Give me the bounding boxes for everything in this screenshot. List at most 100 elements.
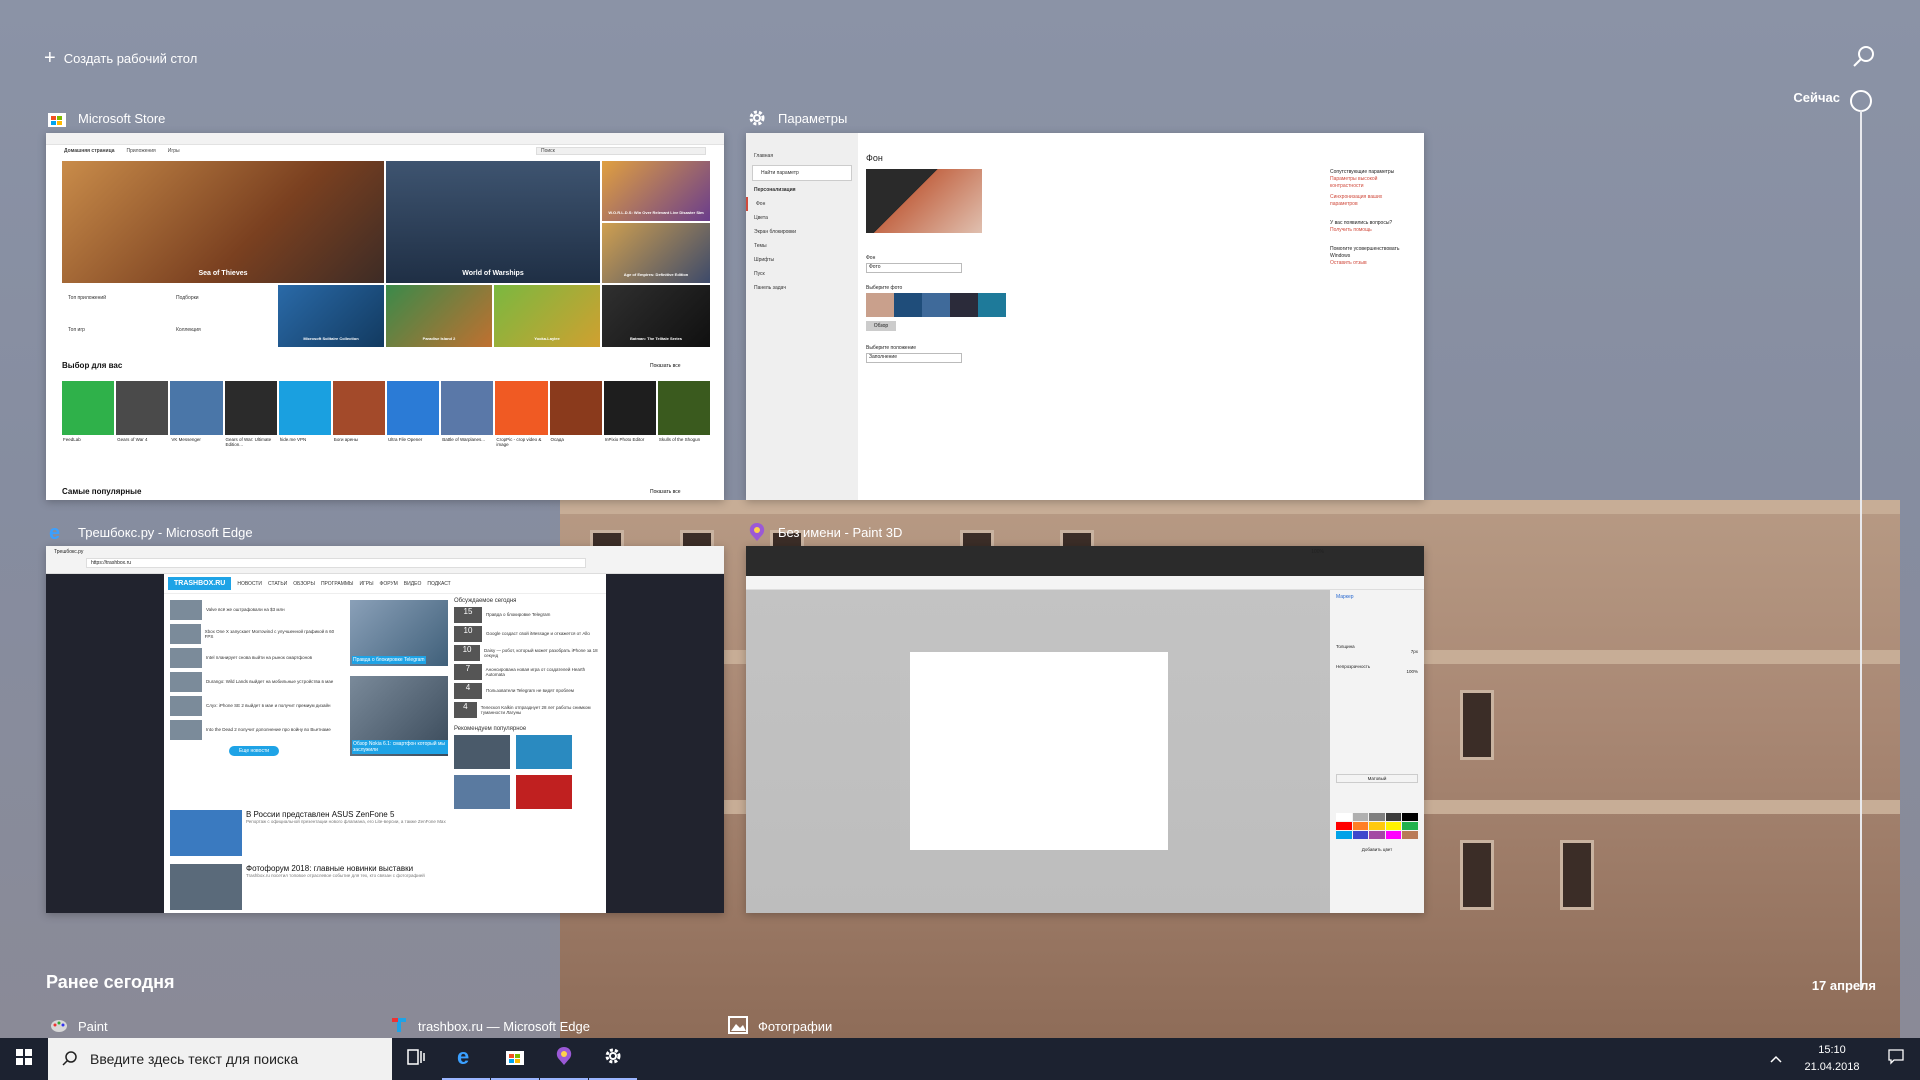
brush-panel-title: Маркер (1336, 594, 1354, 600)
color-swatch (1369, 831, 1385, 839)
settings-bg-label: Фон (866, 255, 876, 261)
store-app-tile: CropPic - crop video & image (495, 381, 548, 471)
window-title-text: Трешбокс.ру - Microsoft Edge (78, 524, 253, 540)
color-swatch (1385, 813, 1402, 821)
svg-text:e: e (49, 522, 60, 542)
history-item-title: trashbox.ru — Microsoft Edge (418, 1019, 590, 1034)
taskbar-settings-button[interactable] (589, 1038, 637, 1080)
settings-related-link: Параметры высокой контрастности (1330, 176, 1378, 189)
plus-icon: + (44, 47, 56, 69)
paint3d-icon (746, 521, 768, 543)
history-item-photos[interactable]: Фотографии (728, 1016, 832, 1037)
settings-related: Сопутствующие параметры Параметры высоко… (1330, 169, 1410, 267)
store-nav-home: Домашняя страница (64, 148, 115, 154)
article-item: Фотофорум 2018: главные новинки выставки… (170, 864, 450, 910)
gear-icon (746, 107, 768, 129)
history-item-trashbox[interactable]: trashbox.ru — Microsoft Edge (390, 1016, 590, 1037)
taskbar-edge-button[interactable]: e (442, 1038, 490, 1080)
news-item: Слух: iPhone SE 2 выйдет в мае и получит… (170, 696, 338, 716)
history-item-paint[interactable]: Paint (50, 1016, 108, 1037)
show-hidden-icons-button[interactable] (1764, 1038, 1788, 1080)
paint-icon (50, 1016, 68, 1037)
discussed-item: 10 Daisy — робот, который может разобрать… (454, 645, 604, 661)
taskbar-clock[interactable]: 15:10 21.04.2018 (1792, 1042, 1872, 1076)
taskbar-search-box[interactable]: Введите здесь текст для поиска (48, 1038, 392, 1080)
settings-main: Фон Фон Фото Выберите фото Обзор Выберит… (866, 133, 1424, 500)
notification-icon (1888, 1048, 1904, 1070)
trashbox-news-list: Valve всё же оштрафовали на $3 млн Xbox … (164, 596, 344, 762)
discussed-item: 4 Телескоп Kalkin отпразднует 28 лет рабо… (454, 702, 604, 718)
edge-address-bar: https://trashbox.ru (86, 558, 586, 568)
store-search-input: Поиск (536, 147, 706, 155)
building-window (1560, 840, 1594, 910)
more-news-button: Еще новости (229, 746, 279, 756)
hero-tile-sea-of-thieves: Sea of Thieves (62, 161, 384, 283)
paint3d-canvas (910, 652, 1168, 850)
timeline-scrollbar[interactable] (1860, 110, 1862, 990)
discussed-item: 15 Правда о блокировке Telegram (454, 607, 604, 623)
new-desktop-button[interactable]: + Создать рабочий стол (44, 48, 197, 68)
color-swatch (1369, 822, 1385, 830)
hero-tile-batman: Batman: The Telltale Series (602, 285, 710, 347)
store-show-all-link: Показать все (650, 489, 681, 495)
hero-tile-solitaire: Microsoft Solitaire Collection (278, 285, 384, 347)
trashbox-menu-item: ОБЗОРЫ (293, 580, 315, 587)
store-nav-games: Игры (167, 148, 180, 154)
window-title-paint3d[interactable]: Без имени - Paint 3D (746, 521, 902, 543)
window-title-settings[interactable]: Параметры (746, 107, 847, 129)
discussed-title: Обсуждаемое сегодня (454, 598, 517, 604)
search-icon[interactable] (1851, 44, 1877, 70)
trashbox-menu-item: ФОРУМ (379, 580, 398, 587)
store-app-tile: Gears of War 4 (116, 381, 169, 471)
hero-tile-age-of-empires: Age of Empires: Definitive Edition (602, 223, 710, 283)
timeline-now-marker[interactable] (1850, 90, 1872, 112)
paint3d-window-thumbnail[interactable]: 100% Маркер Толщина 7px Непрозрачность 1… (746, 546, 1424, 913)
trashbox-articles: В России представлен ASUS ZenFone 5 Репор… (170, 810, 450, 910)
trashbox-menu-item: НОВОСТИ (237, 580, 262, 587)
color-swatch (1402, 822, 1418, 830)
news-item: Into the Dead 2 получит дополнение про в… (170, 720, 338, 740)
discussed-item: 7 Анонсирована новая игра от создателей H… (454, 664, 604, 680)
settings-browse-button: Обзор (866, 321, 896, 331)
edge-chrome: Трешбокс.ру https://trashbox.ru (46, 546, 724, 574)
window-title-edge[interactable]: e Трешбокс.ру - Microsoft Edge (46, 521, 253, 543)
history-item-title: Paint (78, 1019, 108, 1034)
store-icon (505, 1046, 525, 1071)
paint3d-zoom: 100% (1311, 549, 1324, 555)
taskbar-paint3d-button[interactable] (540, 1038, 588, 1080)
settings-window-thumbnail[interactable]: Главная Найти параметр Персонализация Фо… (746, 133, 1424, 500)
settings-feedback-title: Помогите усовершенствовать Windows (1330, 246, 1400, 259)
window-title-text: Без имени - Paint 3D (778, 524, 903, 540)
window-title-text: Параметры (778, 110, 848, 126)
store-section-for-you: Выбор для вас (62, 361, 123, 370)
store-show-all-link: Показать все (650, 363, 681, 369)
news-item: Valve всё же оштрафовали на $3 млн (170, 600, 338, 620)
task-view-button[interactable] (392, 1038, 440, 1080)
discussed-item: 4 Пользователи Telegram не видят проблем (454, 683, 604, 699)
article-item: В России представлен ASUS ZenFone 5 Репор… (170, 810, 450, 856)
settings-related-link: Синхронизация ваших параметров (1330, 194, 1383, 207)
edge-page: TRASHBOX.RU НОВОСТИ СТАТЬИ ОБЗОРЫ ПРОГРА… (164, 574, 606, 913)
store-app-tile: InPixio Photo Editor (603, 381, 656, 471)
color-swatch (1385, 822, 1402, 830)
edge-window-thumbnail[interactable]: Трешбокс.ру https://trashbox.ru TRASHBOX… (46, 546, 724, 913)
settings-preview (866, 169, 982, 233)
store-app-tile: Боги арены (332, 381, 386, 471)
settings-fit-label: Выберите положение (866, 345, 917, 351)
hero-tile-worlds: W.O.R.L.D.S: Win Over Relevant Live Disa… (602, 161, 710, 221)
store-app-tile: VK Messenger (170, 381, 223, 471)
color-swatch (1336, 813, 1352, 821)
featured-card: Обзор Nokia 6.1: смартфон который мы зас… (350, 676, 448, 756)
store-window-thumbnail[interactable]: Домашняя страница Приложения Игры Поиск … (46, 133, 724, 500)
settings-nav-lock-screen: Экран блокировки (754, 229, 797, 235)
action-center-button[interactable] (1872, 1038, 1920, 1080)
window-title-store[interactable]: Microsoft Store (46, 107, 165, 129)
settings-nav-colors: Цвета (754, 215, 768, 221)
start-button[interactable] (0, 1038, 48, 1080)
store-section-popular: Самые популярные (62, 487, 142, 496)
edge-page-background-right (606, 574, 724, 913)
recommend-row (454, 735, 604, 769)
gear-icon (603, 1046, 623, 1071)
trashbox-featured: Правда о блокировке Telegram Обзор Nokia… (350, 600, 448, 756)
taskbar-store-button[interactable] (491, 1038, 539, 1080)
